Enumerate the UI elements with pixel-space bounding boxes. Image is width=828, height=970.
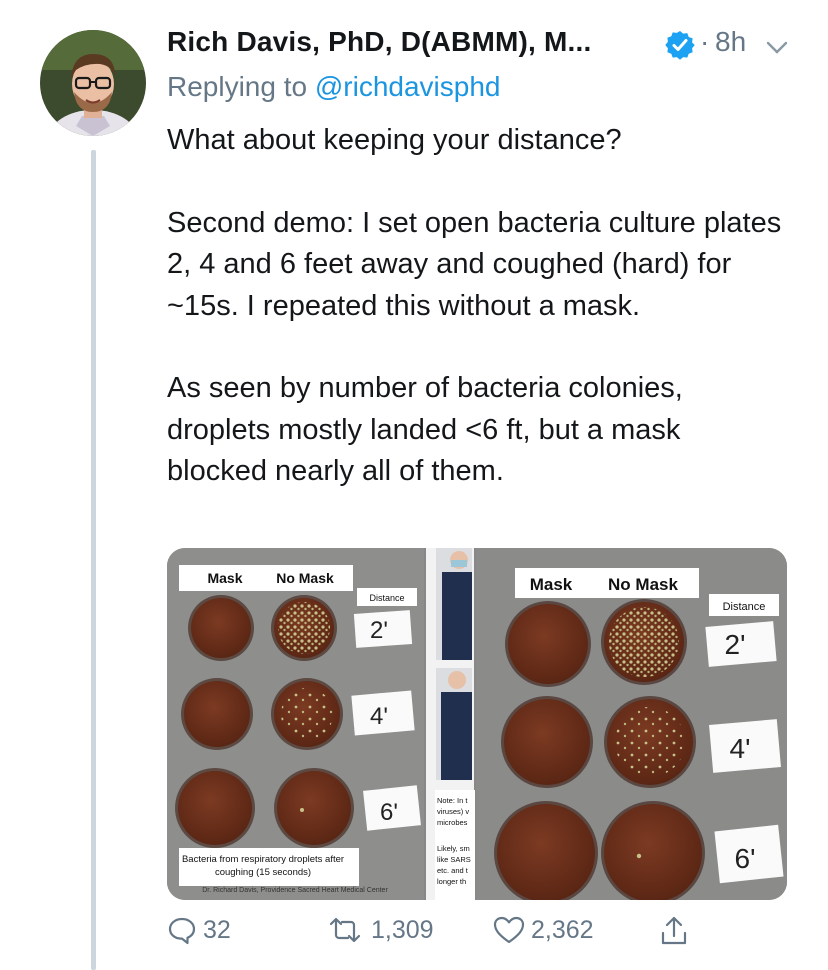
like-button[interactable]: 2,362: [493, 915, 594, 945]
tweet-text: What about keeping your distance? Second…: [167, 120, 787, 534]
caption-credit: Dr. Richard Davis, Providence Sacred Hea…: [202, 887, 388, 894]
right-dist-6: 6': [735, 843, 756, 874]
replying-handle-link[interactable]: @richdavisphd: [315, 71, 501, 102]
svg-text:Likely, sm: Likely, sm: [437, 844, 470, 853]
caption-line-2: coughing (15 seconds): [215, 867, 311, 878]
svg-text:longer th: longer th: [437, 877, 466, 886]
right-plate-mask-2ft: [508, 604, 588, 684]
chevron-down-icon[interactable]: [764, 34, 790, 60]
separator-dot: ·: [700, 26, 710, 57]
svg-text:viruses) v: viruses) v: [437, 807, 469, 816]
timestamp[interactable]: 8h: [715, 26, 746, 58]
left-header-no-mask: No Mask: [276, 570, 334, 586]
thread-line: [91, 150, 96, 970]
tweet-media-image[interactable]: Mask No Mask Distance 2' 4' 6' Bacteria …: [167, 548, 787, 900]
like-count: 2,362: [531, 915, 594, 944]
retweet-icon: [325, 915, 365, 945]
verified-badge-icon: [664, 29, 696, 61]
tweet-header: Rich Davis, PhD, D(ABMM), M... · 8h: [167, 26, 807, 66]
retweet-button[interactable]: 1,309: [325, 915, 434, 945]
left-plate-mask-4ft: [184, 681, 250, 747]
left-plate-mask-2ft: [191, 598, 251, 658]
left-plate-nomask-6ft: [277, 771, 351, 845]
right-dist-2: 2': [725, 629, 746, 660]
left-plate-mask-6ft: [178, 771, 252, 845]
left-header-mask: Mask: [207, 570, 242, 586]
right-header-mask: Mask: [530, 575, 573, 594]
author-name[interactable]: Rich Davis, PhD, D(ABMM), M...: [167, 26, 591, 58]
reply-icon: [167, 915, 197, 945]
right-distance-label: Distance: [723, 601, 766, 613]
reply-count: 32: [203, 915, 231, 944]
right-plate-mask-6ft: [497, 804, 595, 900]
left-dist-2: 2': [370, 617, 388, 644]
right-dist-4: 4': [730, 733, 751, 764]
right-header-no-mask: No Mask: [608, 575, 678, 594]
svg-text:like SARS: like SARS: [437, 855, 471, 864]
left-dist-6: 6': [380, 799, 398, 826]
share-button[interactable]: [659, 915, 689, 947]
replying-prefix: Replying to: [167, 71, 308, 102]
svg-text:Note: In t: Note: In t: [437, 796, 468, 805]
left-dist-4: 4': [370, 703, 388, 730]
reply-button[interactable]: 32: [167, 915, 231, 945]
tweet-paragraph: As seen by number of bacteria colonies, …: [167, 372, 683, 487]
caption-line-1: Bacteria from respiratory droplets after: [182, 854, 344, 865]
right-plate-mask-4ft: [504, 699, 590, 785]
replying-to: Replying to @richdavisphd: [167, 71, 501, 103]
left-distance-label: Distance: [369, 593, 404, 603]
retweet-count: 1,309: [371, 915, 434, 944]
avatar[interactable]: [40, 30, 146, 136]
tweet-paragraph: Second demo: I set open bacteria culture…: [167, 206, 782, 322]
tweet-paragraph: What about keeping your distance?: [167, 124, 622, 156]
right-plate-nomask-6ft: [604, 804, 702, 900]
heart-icon: [493, 915, 525, 945]
svg-text:etc. and t: etc. and t: [437, 866, 469, 875]
share-icon: [659, 915, 689, 947]
tweet-actions: 32 1,309 2,362: [167, 915, 787, 955]
svg-text:microbes: microbes: [437, 818, 468, 827]
